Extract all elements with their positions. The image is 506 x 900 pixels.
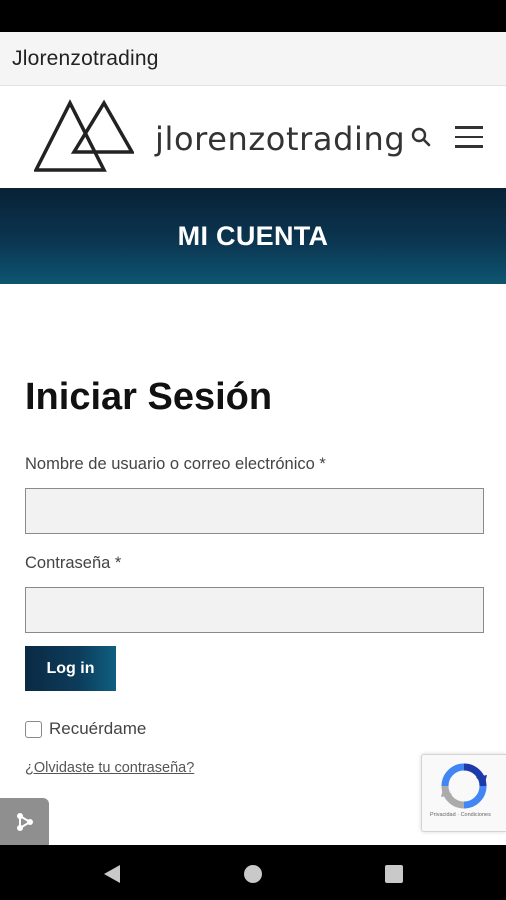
login-button[interactable]: Log in (25, 646, 116, 691)
recaptcha-icon (441, 763, 487, 809)
password-field[interactable] (25, 587, 484, 633)
password-label: Contraseña * (25, 554, 122, 572)
share-icon (16, 812, 33, 831)
username-field[interactable] (25, 488, 484, 534)
browser-title-bar: Jlorenzotrading (0, 32, 506, 86)
recent-apps-icon[interactable] (385, 865, 403, 883)
share-button[interactable] (0, 798, 49, 845)
site-header: jlorenzotrading (0, 86, 506, 188)
triangles-logo-icon[interactable] (34, 98, 134, 174)
recaptcha-badge[interactable]: Privacidad · Condiciones (421, 754, 506, 832)
login-heading: Iniciar Sesión (25, 376, 273, 418)
recaptcha-links[interactable]: Privacidad · Condiciones (430, 812, 491, 818)
banner-title: MI CUENTA (177, 220, 329, 251)
browser-title: Jlorenzotrading (12, 46, 159, 70)
search-button[interactable] (410, 126, 434, 150)
menu-button[interactable] (455, 126, 487, 150)
web-page: jlorenzotrading MI CUENTA Iniciar Sesión… (0, 86, 506, 845)
home-icon[interactable] (244, 865, 262, 883)
remember-me-checkbox[interactable] (25, 720, 42, 738)
hamburger-menu-icon (455, 126, 487, 148)
status-bar (0, 0, 506, 32)
remember-me-option[interactable]: Recuérdame (25, 719, 146, 739)
back-icon[interactable] (103, 864, 121, 884)
remember-me-label: Recuérdame (49, 719, 147, 738)
page-banner: MI CUENTA (0, 188, 506, 284)
android-nav-bar (0, 845, 506, 900)
search-icon (411, 127, 431, 147)
username-label: Nombre de usuario o correo electrónico * (25, 455, 326, 473)
site-brand-name[interactable]: jlorenzotrading (155, 120, 405, 158)
forgot-password-link[interactable]: ¿Olvidaste tu contraseña? (25, 760, 194, 776)
